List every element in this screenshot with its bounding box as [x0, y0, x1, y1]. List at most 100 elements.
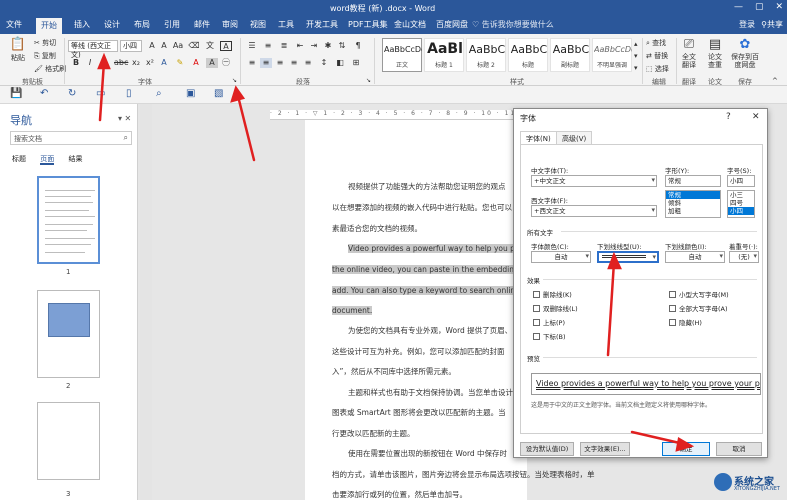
- nav-tab-results[interactable]: 结果: [68, 155, 82, 163]
- western-font-combo[interactable]: +西文正文 ▾: [531, 205, 657, 217]
- new-doc-icon[interactable]: ▭: [96, 88, 105, 99]
- page-thumbnail-3[interactable]: [37, 402, 100, 480]
- style-subtitle[interactable]: AaBbC 副标题: [550, 38, 590, 72]
- strikethrough-checkbox[interactable]: 删除线(K): [533, 289, 572, 299]
- font-color-combo[interactable]: 自动 ▾: [531, 251, 591, 263]
- styles-scroll-up-icon[interactable]: ▴: [634, 40, 638, 48]
- superscript-checkbox[interactable]: 上标(P): [533, 317, 565, 327]
- small-caps-checkbox[interactable]: 小型大写字母(M): [669, 289, 729, 299]
- tab-tools[interactable]: 工具: [278, 19, 294, 30]
- font-name-combo[interactable]: 等线 (西文正文): [68, 40, 118, 59]
- undo-icon[interactable]: ↶: [40, 88, 48, 99]
- nav-tab-pages[interactable]: 页面: [40, 155, 55, 165]
- align-center-icon[interactable]: ≡: [260, 58, 272, 68]
- tab-review[interactable]: 审阅: [222, 19, 238, 30]
- tab-developer[interactable]: 开发工具: [306, 19, 338, 30]
- page-thumbnail-2[interactable]: [37, 290, 100, 378]
- decrease-indent-icon[interactable]: ⇤: [294, 41, 306, 51]
- underline-color-combo[interactable]: 自动 ▾: [665, 251, 725, 263]
- style-heading-2[interactable]: AaBbC 标题 2: [466, 38, 506, 72]
- phonetic-guide-icon[interactable]: 文: [204, 41, 216, 51]
- ok-button[interactable]: 确定: [662, 442, 710, 456]
- tab-advanced[interactable]: 高级(V): [556, 131, 593, 145]
- paste-button[interactable]: 📋 粘贴: [6, 38, 30, 63]
- multilevel-list-icon[interactable]: ≣: [278, 41, 290, 51]
- collapse-ribbon-icon[interactable]: ^: [772, 77, 778, 85]
- chinese-layout-icon[interactable]: ✱: [322, 41, 334, 51]
- style-input[interactable]: 常规: [665, 175, 721, 187]
- char-shading-icon[interactable]: A: [206, 58, 218, 68]
- open-icon[interactable]: ▯: [126, 88, 132, 99]
- font-dialog-launcher-icon[interactable]: ↘: [232, 77, 237, 84]
- subscript-checkbox[interactable]: 下标(B): [533, 331, 566, 341]
- save-to-baidu-button[interactable]: ✿ 保存到百度网盘: [728, 38, 762, 70]
- share-button[interactable]: ⚲共享: [761, 19, 783, 30]
- cut-button[interactable]: ✂ 剪切: [34, 38, 56, 48]
- tab-insert[interactable]: 插入: [74, 19, 90, 30]
- chinese-font-combo[interactable]: +中文正文 ▾: [531, 175, 657, 187]
- enclose-char-icon[interactable]: ㊀: [220, 58, 232, 68]
- tab-file[interactable]: 文件: [6, 19, 22, 30]
- tab-view[interactable]: 视图: [250, 19, 266, 30]
- list-item[interactable]: 加粗: [666, 207, 720, 215]
- tab-mailings[interactable]: 邮件: [194, 19, 210, 30]
- dialog-help-button[interactable]: ?: [726, 112, 731, 122]
- paragraph-dialog-launcher-icon[interactable]: ↘: [366, 77, 371, 84]
- borders-icon[interactable]: ⊞: [350, 58, 362, 68]
- superscript-button[interactable]: x²: [144, 58, 156, 68]
- find-button[interactable]: ⌕ 查找: [646, 38, 666, 48]
- bold-button[interactable]: B: [70, 58, 82, 68]
- nav-pane-controls[interactable]: ▾ ✕: [118, 114, 131, 123]
- grow-font-button[interactable]: A: [146, 41, 158, 51]
- text-effects-icon[interactable]: A: [158, 58, 170, 68]
- clear-format-icon[interactable]: ⌫: [188, 41, 200, 51]
- nav-tab-headings[interactable]: 标题: [12, 155, 26, 163]
- tab-pdf-tools[interactable]: PDF工具集: [348, 19, 388, 30]
- increase-indent-icon[interactable]: ⇥: [308, 41, 320, 51]
- highlight-icon[interactable]: ✎: [174, 58, 186, 68]
- maximize-button[interactable]: ▢: [755, 2, 764, 12]
- tab-design[interactable]: 设计: [104, 19, 120, 30]
- customize-qat-icon[interactable]: ▧: [214, 88, 223, 99]
- styles-scroll-down-icon[interactable]: ▾: [634, 52, 638, 60]
- tab-font[interactable]: 字体(N): [520, 131, 557, 145]
- numbering-icon[interactable]: ≡: [262, 41, 274, 51]
- minimize-button[interactable]: —: [734, 2, 743, 12]
- page-thumbnail-1[interactable]: [37, 176, 100, 264]
- tell-me-box[interactable]: ♡ 告诉我你想要做什么: [472, 19, 554, 30]
- save-icon[interactable]: 💾: [10, 88, 22, 99]
- list-item[interactable]: 小三: [728, 191, 754, 199]
- tab-kingsoft-docs[interactable]: 金山文档: [394, 19, 426, 30]
- tab-home[interactable]: 开始: [36, 18, 62, 34]
- bullets-icon[interactable]: ☰: [246, 41, 258, 51]
- align-left-icon[interactable]: ≡: [246, 58, 258, 68]
- double-strikethrough-checkbox[interactable]: 双删除线(L): [533, 303, 578, 313]
- list-item[interactable]: 四号: [728, 199, 754, 207]
- close-window-button[interactable]: ✕: [775, 2, 783, 12]
- align-right-icon[interactable]: ≡: [274, 58, 286, 68]
- redo-icon[interactable]: ↻: [68, 88, 76, 99]
- copy-button[interactable]: ⎘ 复制: [34, 51, 56, 61]
- search-icon[interactable]: ⌕: [124, 133, 128, 143]
- size-input[interactable]: 小四: [727, 175, 755, 187]
- styles-more-icon[interactable]: ▾: [634, 64, 638, 72]
- show-marks-icon[interactable]: ¶: [352, 41, 364, 51]
- list-item[interactable]: 常规: [666, 191, 720, 199]
- style-subtle-emphasis[interactable]: AaBbCcDd 不明显强调: [592, 38, 632, 72]
- italic-button[interactable]: I: [84, 58, 96, 68]
- format-painter-button[interactable]: 🖌 格式刷: [34, 64, 66, 74]
- style-list[interactable]: 常规 倾斜 加粗: [665, 190, 721, 218]
- style-title[interactable]: AaBbC 标题: [508, 38, 548, 72]
- text-effects-button[interactable]: 文字效果(E)...: [580, 442, 630, 456]
- line-spacing-icon[interactable]: ↕: [318, 58, 330, 68]
- distributed-icon[interactable]: ≡: [302, 58, 314, 68]
- shading-icon[interactable]: ◧: [334, 58, 346, 68]
- dialog-close-button[interactable]: ✕: [752, 112, 760, 122]
- underline-type-combo[interactable]: ▾: [597, 251, 659, 263]
- sort-icon[interactable]: ⇅: [336, 41, 348, 51]
- print-preview-icon[interactable]: ⌕: [156, 88, 162, 99]
- all-caps-checkbox[interactable]: 全部大写字母(A): [669, 303, 728, 313]
- tab-layout[interactable]: 布局: [134, 19, 150, 30]
- subscript-button[interactable]: x₂: [130, 58, 142, 68]
- font-color-icon[interactable]: A: [190, 58, 202, 68]
